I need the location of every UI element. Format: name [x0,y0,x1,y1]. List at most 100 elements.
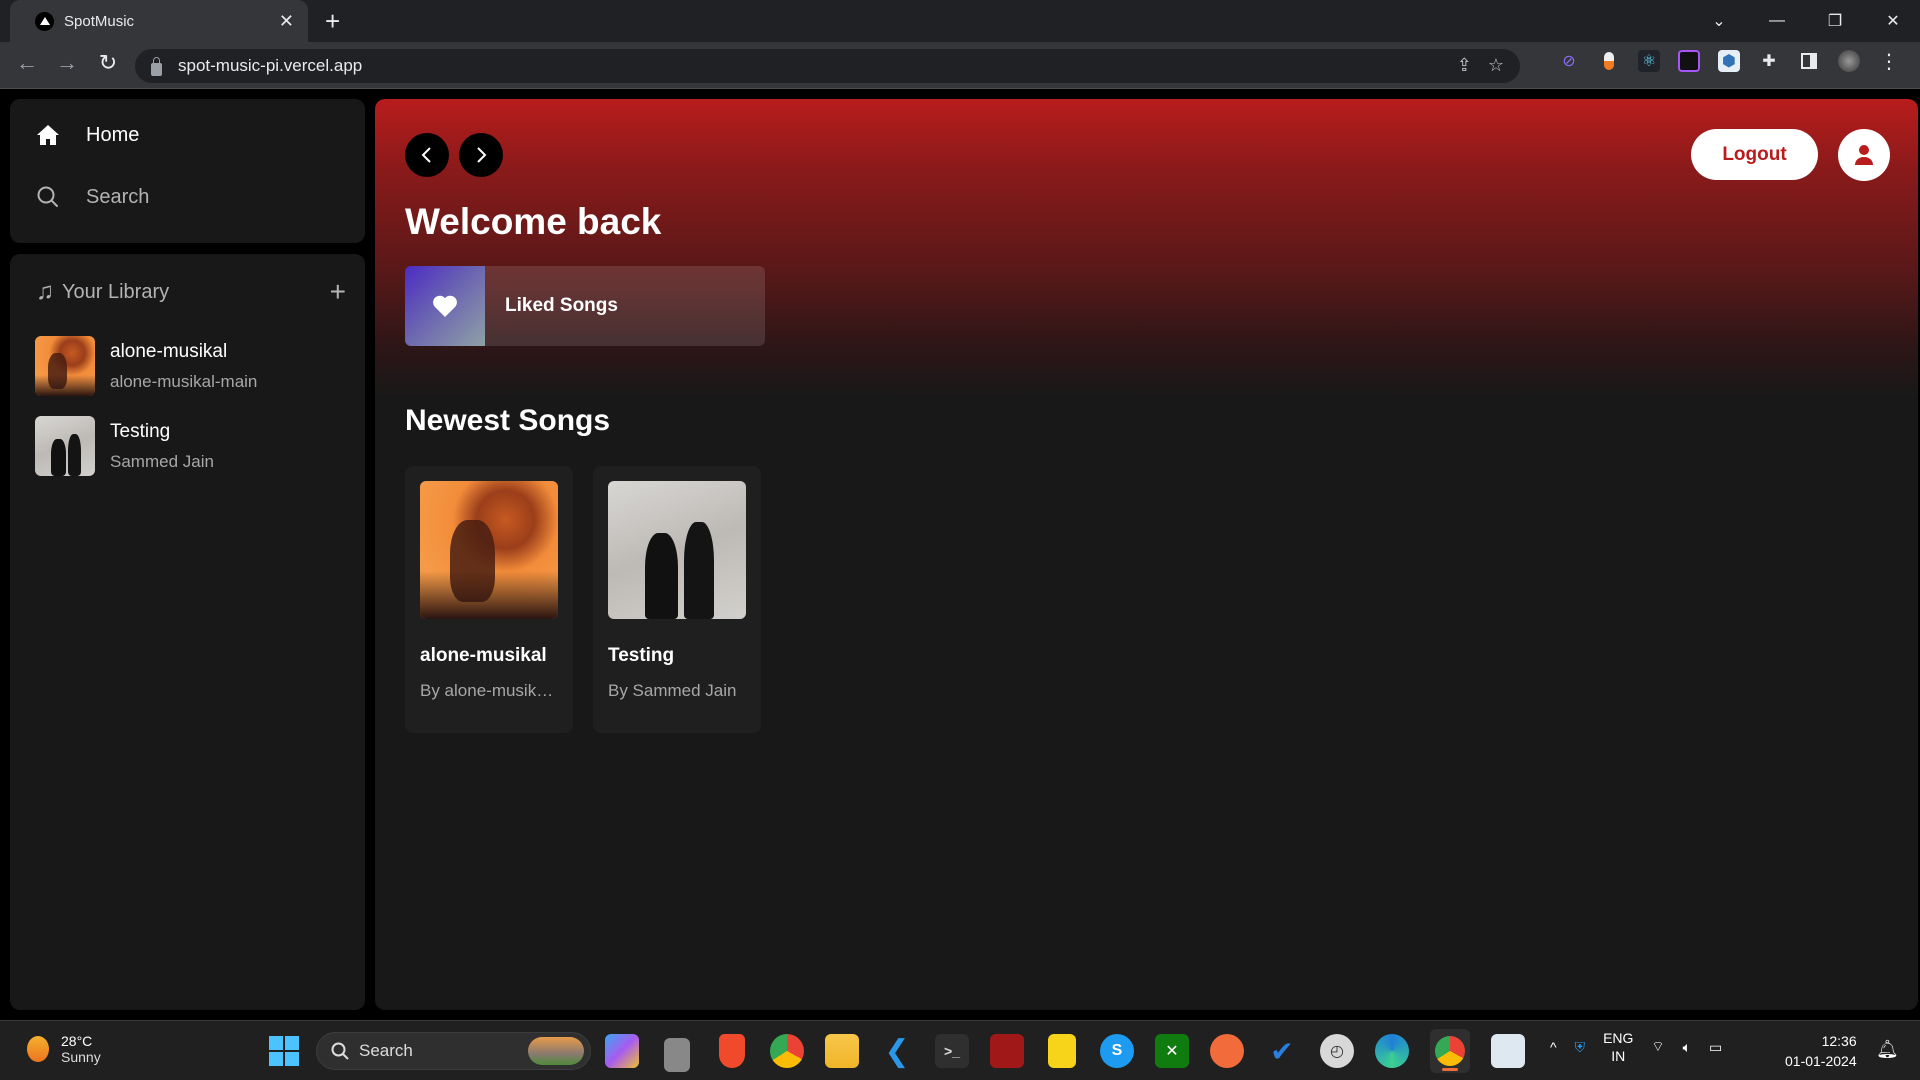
clock-app-icon[interactable]: ◴ [1320,1034,1354,1068]
liked-songs-card[interactable]: Liked Songs [405,266,765,346]
search-icon [36,185,60,209]
vscode-app-icon[interactable]: ❮ [880,1034,914,1068]
browser-menu-icon[interactable]: ⋮ [1878,50,1900,73]
browser-tab[interactable]: SpotMusic ✕ [10,0,308,42]
song-cover-image [420,481,558,619]
show-hidden-icons-button[interactable]: ^ [1550,1039,1557,1055]
sidebar-item-home[interactable]: Home [36,123,139,147]
library-title[interactable]: Your Library [62,281,169,304]
taskbar-apps: ❮ >_ S ✕ ✔ ◴ [605,1029,1525,1076]
profile-avatar[interactable] [1838,50,1860,72]
paperclip-extension-icon[interactable]: ⊘ [1558,50,1580,72]
capsule-extension-icon[interactable] [1598,50,1620,72]
library-header: ♫ Your Library + [36,276,346,308]
close-window-button[interactable]: ✕ [1864,11,1920,31]
color-picker-extension-icon[interactable] [1678,50,1700,72]
chevron-right-icon [477,147,487,163]
add-song-button[interactable]: + [330,276,346,308]
search-highlight-icon [528,1037,584,1065]
todo-app-icon[interactable]: ✔ [1265,1034,1299,1068]
heart-icon [433,295,457,317]
chrome-app-icon[interactable] [770,1034,804,1068]
new-tab-button[interactable]: + [325,6,340,36]
song-card[interactable]: alone-musikal By alone-musikal-main [405,466,573,733]
language-code: ENG [1603,1030,1634,1046]
back-nav-button[interactable] [405,133,449,177]
chrome-active-app-icon[interactable] [1430,1029,1470,1073]
system-tray: ^ ⛨ ENG IN ⌔ 🔈︎ ▭ [1550,1029,1722,1065]
chevron-left-icon [421,147,431,163]
skype-app-icon[interactable]: S [1100,1034,1134,1068]
notifications-icon[interactable]: 🔔︎ [1876,1039,1899,1060]
taskbar-search[interactable]: Search [316,1032,591,1070]
minimize-button[interactable]: — [1748,12,1806,30]
logout-button[interactable]: Logout [1691,129,1818,180]
liked-songs-art [405,266,485,346]
section-title: Newest Songs [405,404,611,437]
msi-app-icon[interactable] [990,1034,1024,1068]
forward-nav-button[interactable] [459,133,503,177]
side-panel-icon[interactable] [1798,50,1820,72]
extensions-puzzle-icon[interactable]: ✚ [1758,50,1780,72]
cube-extension-icon[interactable]: ⬢ [1718,50,1740,72]
tab-title: SpotMusic [64,12,135,30]
battery-icon[interactable]: ▭ [1709,1039,1722,1056]
terminal-app-icon[interactable]: >_ [935,1034,969,1068]
share-icon[interactable]: ⇪ [1457,55,1472,76]
library-item-subtitle: alone-musikal-main [110,371,258,391]
weather-widget[interactable]: 28°C Sunny [27,1033,101,1065]
url-text[interactable]: spot-music-pi.vercel.app [178,56,362,76]
start-button[interactable] [269,1036,299,1066]
clock-time: 12:36 [1821,1033,1857,1049]
xbox-app-icon[interactable]: ✕ [1155,1034,1189,1068]
copilot-app-icon[interactable] [605,1034,639,1068]
region-code: IN [1611,1048,1626,1064]
sidebar-item-label: Home [86,123,140,146]
windows-taskbar: 28°C Sunny Search ❮ >_ S ✕ ✔ ◴ ^ ⛨ ENG I… [0,1020,1920,1080]
sidebar-item-label: Search [86,185,150,208]
tab-close-icon[interactable]: ✕ [279,11,294,32]
taskbar-search-label: Search [359,1041,413,1060]
react-devtools-icon[interactable]: ⚛ [1638,50,1660,72]
song-card[interactable]: Testing By Sammed Jain [593,466,761,733]
tab-search-icon[interactable]: ⌄ [1690,11,1748,31]
taskbar-clock[interactable]: 12:36 01-01-2024 [1785,1031,1857,1071]
library-item[interactable]: Testing Sammed Jain [35,416,355,476]
song-cover-image [35,336,95,396]
file-explorer-icon[interactable] [825,1034,859,1068]
song-cover-image [608,481,746,619]
app-page: Home Search ♫ Your Library + alone-musik… [0,89,1920,1020]
sidebar-item-search[interactable]: Search [36,185,149,209]
security-shield-icon[interactable]: ⛨ [1575,1039,1586,1056]
sidebar-nav: Home Search [10,99,365,243]
song-title: alone-musikal [420,645,547,666]
user-profile-button[interactable] [1838,129,1890,181]
lock-icon[interactable] [151,56,162,76]
restore-button[interactable]: ❐ [1806,11,1864,31]
back-button[interactable]: ← [12,50,42,76]
clock-date: 01-01-2024 [1785,1053,1857,1069]
address-bar[interactable]: spot-music-pi.vercel.app ⇪ ☆ [135,49,1520,83]
edge-app-icon[interactable] [1375,1034,1409,1068]
song-author: By alone-musikal-main [420,681,558,700]
task-view-icon[interactable] [664,1038,690,1072]
page-title: Welcome back [405,201,662,242]
performance-monitor-icon[interactable] [1491,1034,1525,1068]
library-item-title: alone-musikal [110,340,228,362]
extensions-bar: ⊘ ⚛ ⬢ ✚ ⋮ [1558,50,1900,73]
bookmark-star-icon[interactable]: ☆ [1488,55,1504,76]
weather-temp: 28°C [61,1033,93,1049]
library-item[interactable]: alone-musikal alone-musikal-main [35,336,355,396]
user-icon [1855,145,1873,165]
reload-button[interactable]: ↻ [93,50,123,76]
postman-app-icon[interactable] [1210,1034,1244,1068]
volume-icon[interactable]: 🔈︎ [1683,1039,1691,1056]
forward-button[interactable]: → [52,50,82,76]
brave-app-icon[interactable] [719,1034,745,1068]
wifi-icon[interactable]: ⌔ [1651,1038,1664,1056]
language-indicator[interactable]: ENG IN [1603,1029,1633,1065]
library-item-title: Testing [110,420,171,442]
main-content: Logout Welcome back Liked Songs Newest S… [375,99,1918,1010]
sticky-notes-icon[interactable] [1048,1034,1076,1068]
window-controls: ⌄ — ❐ ✕ [1690,0,1920,42]
